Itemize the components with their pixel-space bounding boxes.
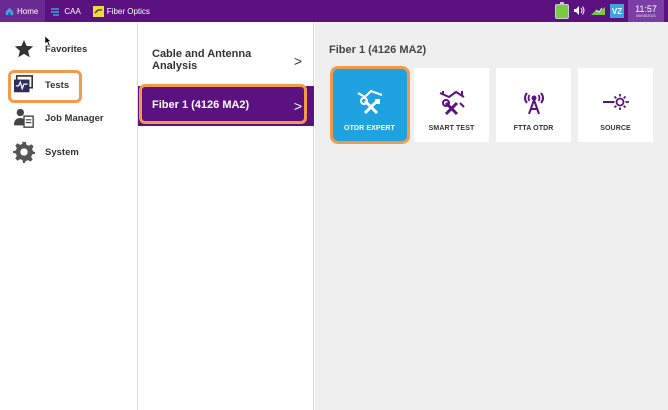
tile-label: SOURCE: [600, 125, 631, 132]
tile-label: FTTA OTDR: [513, 125, 554, 132]
vnc-badge[interactable]: VZ: [610, 4, 624, 18]
clock: 11:57 06/08/2021: [628, 0, 664, 22]
tab-caa-label: CAA: [64, 6, 81, 16]
clock-date: 06/08/2021: [635, 12, 657, 18]
job-manager-icon: [12, 106, 36, 130]
tab-fiber-optics-label: Fiber Optics: [106, 6, 150, 16]
tests-highlight: [8, 70, 82, 103]
network-icon[interactable]: [590, 5, 606, 18]
tile-source[interactable]: SOURCE: [578, 68, 653, 142]
tab-fiber-optics[interactable]: Fiber Optics: [88, 0, 157, 22]
speaker-icon[interactable]: [573, 5, 586, 18]
fiber-optics-icon: [92, 5, 104, 17]
tile-ftta-otdr[interactable]: FTTA OTDR: [496, 68, 571, 142]
sidebar-item-favorites[interactable]: Favorites: [12, 35, 130, 63]
tile-label: SMART TEST: [428, 125, 475, 132]
tab-home-label: Home: [17, 6, 39, 16]
tab-home[interactable]: Home: [0, 0, 46, 22]
sidebar-item-label: System: [45, 146, 79, 158]
gear-icon: [12, 140, 36, 164]
page-title: Fiber 1 (4126 MA2): [329, 44, 427, 56]
tab-caa[interactable]: CAA: [45, 0, 87, 22]
smart-test-icon: [435, 85, 469, 119]
sidebar-item-system[interactable]: System: [12, 138, 130, 166]
sidebar: Favorites Tests Job Manager System: [0, 22, 138, 410]
top-status-bar: Home CAA Fiber Optics VZ 11:57 06/08/202…: [0, 0, 668, 22]
otdr-expert-highlight: [330, 66, 410, 144]
status-area: VZ 11:57 06/08/2021: [555, 0, 668, 22]
chevron-right-icon: >: [293, 53, 302, 69]
category-label: Cable and Antenna Analysis: [152, 48, 252, 72]
category-list: Cable and Antenna Analysis > Fiber 1 (41…: [138, 22, 314, 410]
tile-smart-test[interactable]: SMART TEST: [414, 68, 489, 142]
fiber-highlight: [139, 84, 307, 124]
category-cable-antenna-analysis[interactable]: Cable and Antenna Analysis >: [138, 44, 314, 78]
ftta-otdr-icon: [517, 85, 551, 119]
star-icon: [12, 37, 36, 61]
caa-icon: [50, 7, 61, 16]
battery-icon: [555, 1, 569, 19]
source-icon: [599, 85, 633, 119]
sidebar-item-label: Job Manager: [45, 112, 104, 124]
mouse-cursor-icon: [45, 36, 52, 46]
sidebar-item-job-manager[interactable]: Job Manager: [12, 104, 130, 132]
main-panel: Fiber 1 (4126 MA2) OTDR EXPERT SMART TES…: [315, 22, 668, 410]
home-icon: [5, 7, 14, 16]
